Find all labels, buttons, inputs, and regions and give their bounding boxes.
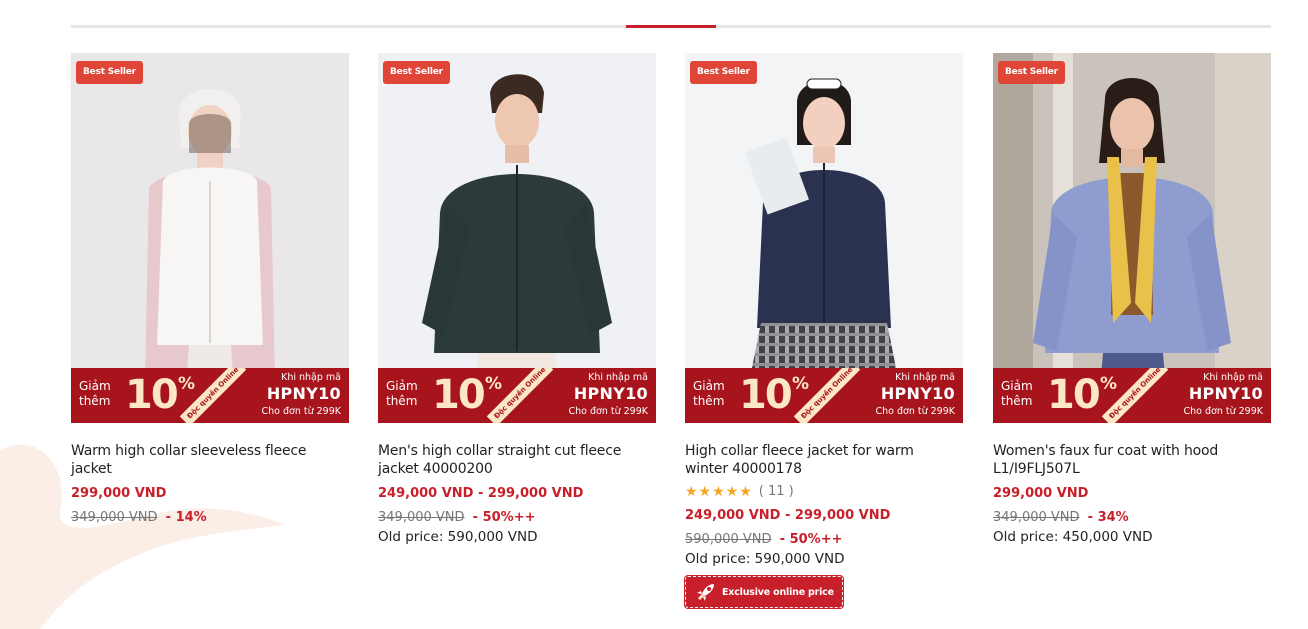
product-card[interactable]: Best Seller Giảm thêm 10 % Độc quyền Onli… <box>684 53 963 609</box>
promo-min-order: Cho đơn từ 299K <box>875 406 956 417</box>
promo-code: HPNY10 <box>266 384 341 403</box>
old-price-text: Old price: 590,000 VND <box>378 529 538 545</box>
promo-code: HPNY10 <box>880 384 955 403</box>
best-seller-badge: Best Seller <box>690 61 757 84</box>
promo-giam-label: Giảm thêm <box>693 379 725 408</box>
product-card[interactable]: Best Seller Giảm thêm 10 % Độc quyền Onli… <box>993 53 1271 546</box>
price-comparison: 349,000 VND - 34% <box>993 510 1271 526</box>
product-title[interactable]: Warm high collar sleeveless fleece jacke… <box>71 442 341 478</box>
price-comparison: 349,000 VND - 50%++ <box>378 510 656 526</box>
product-image[interactable]: Best Seller Giảm thêm 10 % Độc quyền Onli… <box>993 53 1271 423</box>
rating-stars-icon: ★★★★★ <box>685 484 753 500</box>
promo-enter-code: Khi nhập mã <box>588 372 648 383</box>
promo-banner[interactable]: Giảm thêm 10 % Độc quyền Online Khi nhập … <box>71 368 349 423</box>
promo-banner[interactable]: Giảm thêm 10 % Độc quyền Online Khi nhập … <box>685 368 963 423</box>
product-title[interactable]: High collar fleece jacket for warm winte… <box>685 442 955 478</box>
promo-percent: 10 <box>125 372 179 418</box>
old-price-text: Old price: 590,000 VND <box>685 551 845 567</box>
promo-code: HPNY10 <box>573 384 648 403</box>
promo-percent-sign: % <box>485 374 503 394</box>
promo-banner[interactable]: Giảm thêm 10 % Độc quyền Online Khi nhập … <box>378 368 656 423</box>
product-image[interactable]: Best Seller Giảm thêm 10 % Độc quyền Onli… <box>378 53 656 423</box>
discount-label: - 34% <box>1087 510 1129 525</box>
promo-giam-label: Giảm thêm <box>79 379 111 408</box>
product-card[interactable]: Best Seller Giảm thêm 10 % Độc quyền Onli… <box>378 53 656 546</box>
strike-price: 590,000 VND <box>685 532 772 547</box>
price-comparison: 349,000 VND - 14% <box>71 510 349 526</box>
product-price: 299,000 VND <box>71 486 167 501</box>
product-price: 299,000 VND <box>993 486 1089 501</box>
product-title[interactable]: Women's faux fur coat with hood L1/I9FLJ… <box>993 442 1263 478</box>
promo-percent: 10 <box>1047 372 1101 418</box>
rocket-icon <box>697 584 714 601</box>
promo-code: HPNY10 <box>1188 384 1263 403</box>
best-seller-badge: Best Seller <box>998 61 1065 84</box>
promo-min-order: Cho đơn từ 299K <box>261 406 342 417</box>
promo-percent-sign: % <box>792 374 810 394</box>
discount-label: - 14% <box>165 510 207 525</box>
product-image[interactable]: Best Seller Giảm thêm 10 % Độc quyền Onli… <box>71 53 349 423</box>
promo-giam-label: Giảm thêm <box>1001 379 1033 408</box>
exclusive-label: Exclusive online price <box>722 586 834 598</box>
product-price: 249,000 VND - 299,000 VND <box>685 508 891 523</box>
promo-percent-sign: % <box>178 374 196 394</box>
product-card[interactable]: Best Seller Giảm thêm 10 % Độc quyền Onli… <box>71 53 349 526</box>
tab-active-indicator[interactable] <box>626 25 716 28</box>
promo-enter-code: Khi nhập mã <box>1203 372 1263 383</box>
promo-percent-sign: % <box>1100 374 1118 394</box>
strike-price: 349,000 VND <box>993 510 1080 525</box>
strike-price: 349,000 VND <box>378 510 465 525</box>
promo-banner[interactable]: Giảm thêm 10 % Độc quyền Online Khi nhập … <box>993 368 1271 423</box>
product-price: 249,000 VND - 299,000 VND <box>378 486 584 501</box>
product-image[interactable]: Best Seller Giảm thêm 10 % Độc quyền Onli… <box>685 53 963 423</box>
product-title[interactable]: Men's high collar straight cut fleece ja… <box>378 442 648 478</box>
exclusive-online-price-button[interactable]: Exclusive online price <box>684 575 844 609</box>
best-seller-badge: Best Seller <box>383 61 450 84</box>
promo-giam-label: Giảm thêm <box>386 379 418 408</box>
product-grid: Best Seller Giảm thêm 10 % Độc quyền Onli… <box>71 53 1271 629</box>
promo-percent: 10 <box>739 372 793 418</box>
promo-percent: 10 <box>432 372 486 418</box>
promo-min-order: Cho đơn từ 299K <box>568 406 649 417</box>
product-rating[interactable]: ★★★★★ ( 11 ) <box>685 484 963 500</box>
rating-count: ( 11 ) <box>758 484 794 499</box>
promo-min-order: Cho đơn từ 299K <box>1183 406 1264 417</box>
price-comparison: 590,000 VND - 50%++ <box>685 532 963 548</box>
discount-label: - 50%++ <box>472 510 536 525</box>
discount-label: - 50%++ <box>779 532 843 547</box>
promo-enter-code: Khi nhập mã <box>281 372 341 383</box>
best-seller-badge: Best Seller <box>76 61 143 84</box>
strike-price: 349,000 VND <box>71 510 158 525</box>
promo-enter-code: Khi nhập mã <box>895 372 955 383</box>
old-price-text: Old price: 450,000 VND <box>993 529 1153 545</box>
